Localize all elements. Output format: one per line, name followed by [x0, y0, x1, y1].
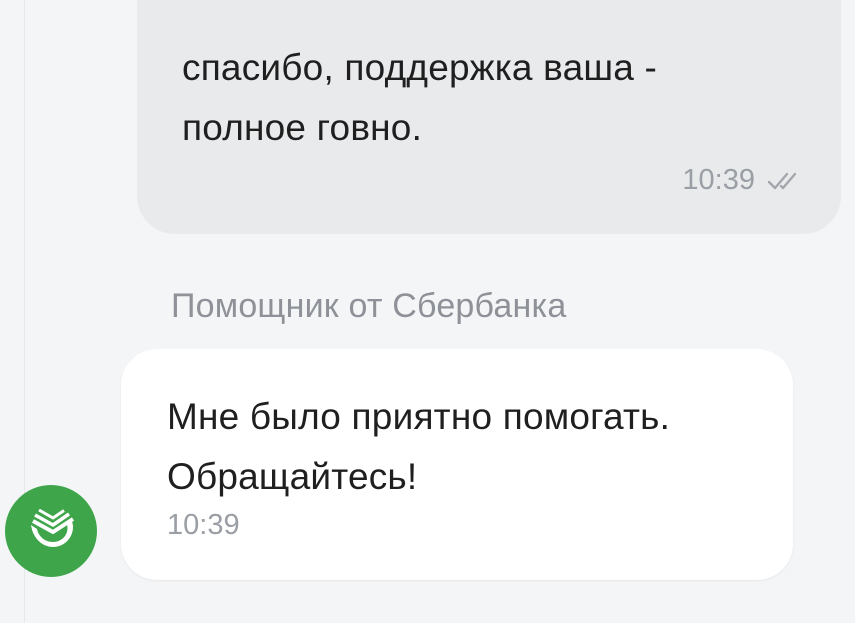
- sender-name: Помощник от Сбербанка: [171, 287, 567, 325]
- outgoing-message-line: спасибо, поддержка ваша -: [182, 47, 658, 88]
- incoming-message-line: Мне было приятно помогать.: [167, 396, 671, 437]
- incoming-message-line: Обращайтесь!: [167, 456, 418, 497]
- outgoing-message-time: 10:39: [682, 164, 755, 196]
- sberbank-logo-icon: [23, 501, 79, 562]
- incoming-message-text: Мне было приятно помогать. Обращайтесь!: [167, 387, 777, 507]
- incoming-message-bubble[interactable]: Мне было приятно помогать. Обращайтесь! …: [121, 349, 793, 580]
- outgoing-message-text: спасибо, поддержка ваша - полное говно.: [182, 38, 782, 158]
- chat-thread: спасибо, поддержка ваша - полное говно. …: [0, 0, 855, 623]
- incoming-message-time: 10:39: [167, 509, 240, 541]
- outgoing-message-bubble[interactable]: спасибо, поддержка ваша - полное говно. …: [137, 0, 841, 234]
- outgoing-message-meta: 10:39: [682, 164, 807, 197]
- double-check-icon: [767, 170, 807, 192]
- outgoing-message-line: полное говно.: [182, 107, 423, 148]
- avatar[interactable]: [5, 485, 97, 577]
